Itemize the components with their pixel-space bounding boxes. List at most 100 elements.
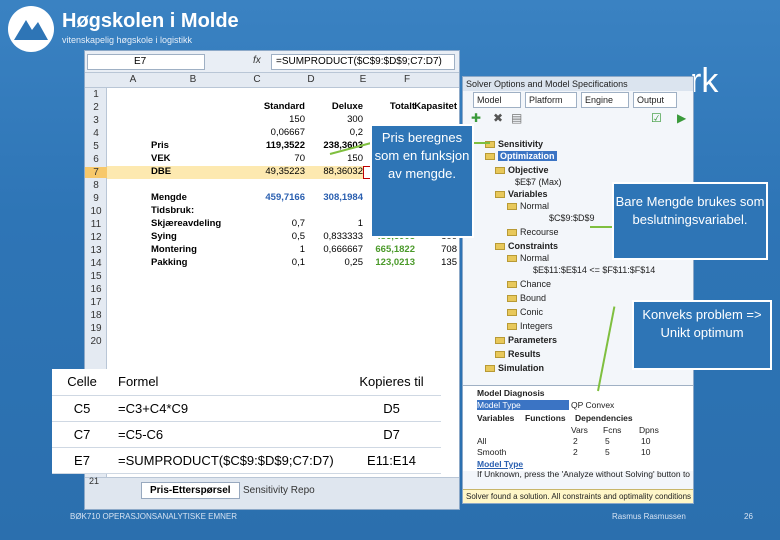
cell-c[interactable]: Standard <box>241 101 305 112</box>
cell-c[interactable]: 70 <box>241 153 305 164</box>
cell-c[interactable]: 0,5 <box>241 231 305 242</box>
tree-optimization[interactable]: Optimization <box>485 151 557 161</box>
col-header[interactable]: E <box>343 74 383 85</box>
row-number[interactable]: 19 <box>85 323 107 334</box>
row-number[interactable]: 5 <box>85 141 107 152</box>
cell-d[interactable]: 0,833333 <box>303 231 363 242</box>
row-number[interactable]: 20 <box>85 336 107 347</box>
row-number[interactable]: 9 <box>85 193 107 204</box>
fx-icon[interactable]: fx <box>253 55 261 66</box>
cell-b[interactable]: DBE <box>151 166 241 177</box>
cell-d[interactable]: 0,25 <box>303 257 364 268</box>
tree-bound[interactable]: Bound <box>507 293 546 303</box>
tree-conic[interactable]: Conic <box>507 307 543 317</box>
row-number[interactable]: 12 <box>85 232 107 243</box>
row-number[interactable]: 10 <box>85 206 107 217</box>
table-row <box>107 322 459 335</box>
header-formel: Formel <box>112 369 342 396</box>
tree-simulation[interactable]: Simulation <box>485 363 544 373</box>
row-number[interactable]: 16 <box>85 284 107 295</box>
cell-c[interactable]: 0,06667 <box>241 127 305 138</box>
cell-b[interactable]: VEK <box>151 153 241 164</box>
tab-output[interactable]: Output <box>633 92 677 108</box>
row-number[interactable]: 14 <box>85 258 107 269</box>
cell-f[interactable]: 708 <box>407 244 457 255</box>
solver-pane: Solver Options and Model Specifications … <box>462 76 694 504</box>
sheet-tab-pris-etterspørsel[interactable]: Pris-Etterspørsel <box>141 482 240 499</box>
tree-variables-normal[interactable]: Normal <box>507 201 549 211</box>
tab-platform[interactable]: Platform <box>525 92 577 108</box>
tree-objective[interactable]: Objective <box>495 165 549 175</box>
cell-c[interactable]: 0,7 <box>241 218 305 229</box>
cell-b[interactable]: Montering <box>151 244 241 255</box>
row-number[interactable]: 1 <box>85 89 107 100</box>
row-number[interactable]: 11 <box>85 219 107 230</box>
tree-constraints[interactable]: Constraints <box>495 241 558 251</box>
name-box[interactable]: E7 <box>87 54 205 70</box>
folder-icon <box>507 281 517 289</box>
row-number[interactable]: 17 <box>85 297 107 308</box>
tree-results[interactable]: Results <box>495 349 541 359</box>
cell-b[interactable]: Sying <box>151 231 241 242</box>
properties-icon[interactable]: ▤ <box>511 111 522 125</box>
col-header[interactable]: D <box>291 74 331 85</box>
col-header[interactable]: F <box>387 74 427 85</box>
cell-c[interactable]: 0,1 <box>241 257 305 268</box>
model-type-value[interactable]: QP Convex <box>571 400 614 410</box>
row-number[interactable]: 15 <box>85 271 107 282</box>
tree-variables[interactable]: Variables <box>495 189 548 199</box>
model-type-label[interactable]: Model Type <box>477 400 569 410</box>
tree-integers[interactable]: Integers <box>507 321 553 331</box>
tree-constraints-normal[interactable]: Normal <box>507 253 549 263</box>
cell-c[interactable]: 459,7166 <box>241 192 305 203</box>
tree-parameters[interactable]: Parameters <box>495 335 557 345</box>
tree-variable-item[interactable]: $C$9:$D$9 <box>549 213 595 223</box>
cell-d[interactable]: 308,1984 <box>303 192 363 203</box>
cell-d[interactable]: 150 <box>303 153 363 164</box>
table-row: Montering 1 0,666667 665,1822 708 <box>107 244 459 257</box>
row-number[interactable]: 3 <box>85 115 107 126</box>
cell-b[interactable]: Pakking <box>151 257 241 268</box>
row-number[interactable]: 8 <box>85 180 107 191</box>
sheet-tab-sensitivity[interactable]: Sensitivity Repo <box>237 483 321 498</box>
delete-icon[interactable]: ✖ <box>493 111 503 125</box>
col-header[interactable]: A <box>115 74 151 85</box>
col-header[interactable]: B <box>173 74 213 85</box>
cell-f[interactable]: 135 <box>407 257 457 268</box>
row-number[interactable]: 6 <box>85 154 107 165</box>
col-header[interactable]: C <box>237 74 277 85</box>
cell-b[interactable]: Pris <box>151 140 241 151</box>
cell-d[interactable]: 88,36032 <box>303 166 363 177</box>
tree-recourse[interactable]: Recourse <box>507 227 559 237</box>
tab-engine[interactable]: Engine <box>581 92 629 108</box>
diag-col-functions: Functions <box>525 413 566 423</box>
cell-c[interactable]: 119,3522 <box>241 140 305 151</box>
cell-d[interactable]: 0,2 <box>303 127 363 138</box>
cell-c[interactable]: 1 <box>241 244 305 255</box>
add-icon[interactable]: ✚ <box>471 111 481 125</box>
cell-d[interactable]: 0,666667 <box>303 244 363 255</box>
cell-b[interactable]: Tidsbruk: <box>151 205 241 216</box>
row-number[interactable]: 4 <box>85 128 107 139</box>
cell-d[interactable]: 1 <box>303 218 363 229</box>
analyze-icon[interactable]: ☑ <box>651 111 662 125</box>
cell-c[interactable]: 49,35223 <box>241 166 305 177</box>
cell-b[interactable]: Mengde <box>151 192 241 203</box>
cell-c[interactable]: 150 <box>241 114 305 125</box>
row-number[interactable]: 13 <box>85 245 107 256</box>
solve-icon[interactable]: ▶ <box>677 111 686 125</box>
row-number[interactable]: 2 <box>85 102 107 113</box>
cell-d[interactable]: 300 <box>303 114 363 125</box>
cell-b[interactable]: Skjæreavdeling <box>151 218 241 229</box>
tree-chance[interactable]: Chance <box>507 279 551 289</box>
row-number[interactable]: 18 <box>85 310 107 321</box>
tab-model[interactable]: Model <box>473 92 521 108</box>
table-row: C7 =C5-C6 D7 <box>52 421 441 448</box>
cell-f[interactable]: Kapasitet <box>407 101 457 112</box>
tree-constraint-item[interactable]: $E$11:$E$14 <= $F$11:$F$14 <box>533 265 655 275</box>
formula-input[interactable]: =SUMPRODUCT($C$9:$D$9;C7:D7) <box>271 54 455 70</box>
tree-objective-item[interactable]: $E$7 (Max) <box>515 177 562 187</box>
row-number[interactable]: 7 <box>85 167 107 178</box>
tree-sensitivity[interactable]: Sensitivity <box>485 139 543 149</box>
cell-d[interactable]: Deluxe <box>303 101 363 112</box>
